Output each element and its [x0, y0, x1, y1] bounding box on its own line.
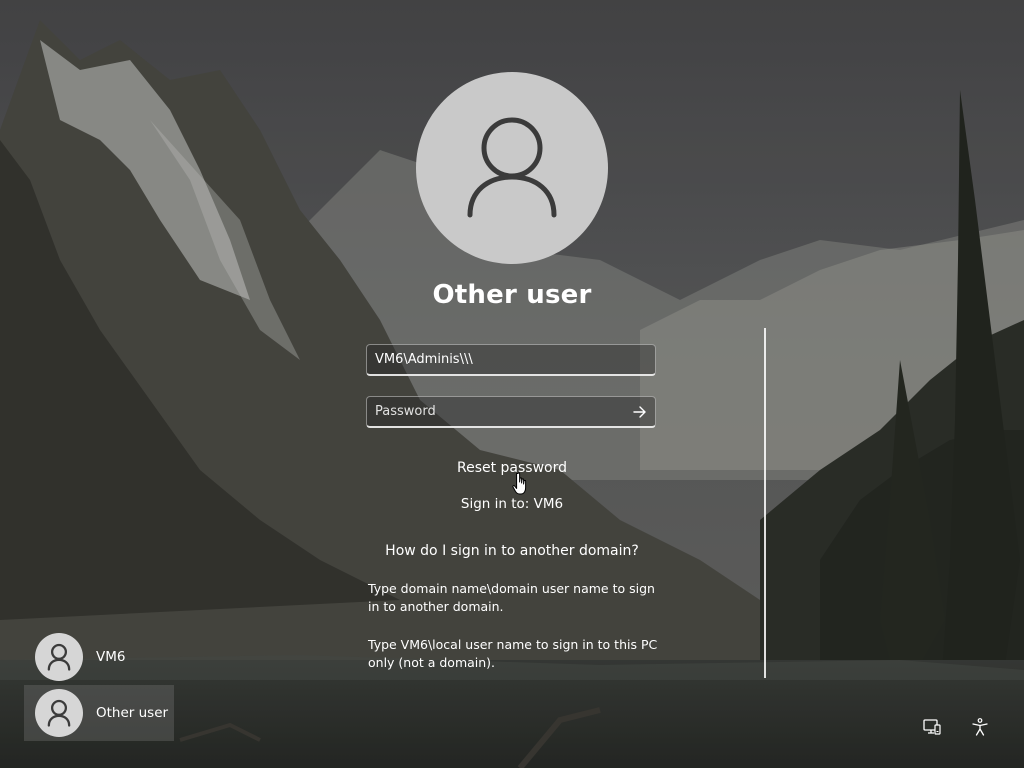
sign-in-target: Sign in to: VM6	[460, 496, 564, 512]
domain-help-link[interactable]: How do I sign in to another domain?	[362, 543, 662, 559]
accessibility-button[interactable]	[966, 713, 994, 741]
user-tile-vm6[interactable]: VM6	[24, 629, 174, 685]
avatar	[35, 633, 83, 681]
person-icon	[47, 643, 71, 671]
person-icon	[47, 699, 71, 727]
username-input[interactable]	[367, 345, 655, 374]
domain-help-text: Type domain name\domain user name to sig…	[368, 581, 655, 614]
submit-button[interactable]	[625, 397, 655, 427]
accessibility-icon	[972, 718, 988, 736]
hand-cursor-icon	[512, 472, 527, 495]
local-help-text: Type VM6\local user name to sign in to t…	[368, 637, 658, 670]
user-avatar	[416, 72, 608, 264]
lock-screen: Other user Reset password Sign in to: VM…	[0, 0, 1024, 768]
user-tile-other-user[interactable]: Other user	[24, 685, 174, 741]
user-title: Other user	[432, 280, 592, 310]
user-tile-name: VM6	[96, 649, 126, 665]
arrow-right-icon	[633, 405, 646, 418]
user-tile-name: Other user	[96, 705, 169, 721]
network-button[interactable]	[918, 713, 946, 741]
vertical-divider	[764, 328, 766, 678]
person-icon	[467, 117, 557, 218]
password-field[interactable]	[366, 396, 656, 428]
password-input[interactable]	[367, 397, 625, 426]
username-field[interactable]	[366, 344, 656, 376]
avatar	[35, 689, 83, 737]
network-icon	[923, 719, 941, 735]
